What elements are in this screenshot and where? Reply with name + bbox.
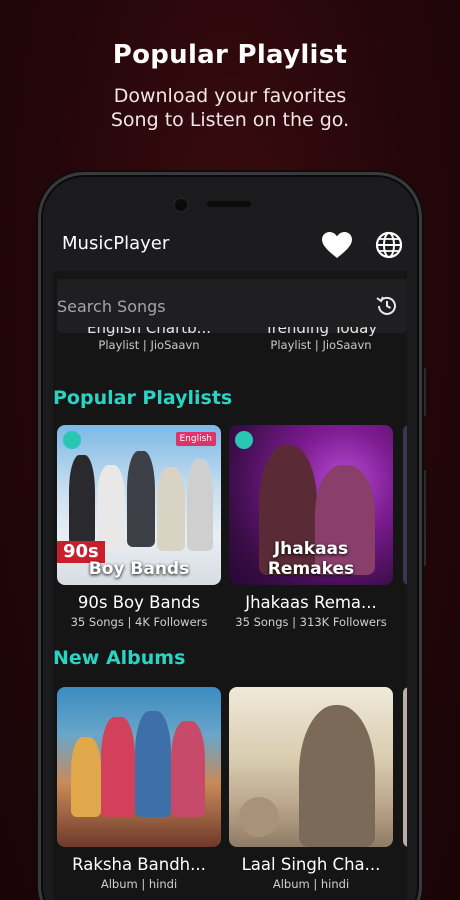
history-icon[interactable] <box>375 294 399 318</box>
chart-subtitle: Playlist | JioSaavn <box>270 338 372 352</box>
app-screen: MusicPlayer English Chartb... <box>53 219 407 900</box>
globe-icon[interactable] <box>375 231 403 259</box>
chart-subtitle: Playlist | JioSaavn <box>98 338 200 352</box>
chart-title: Trending Today <box>264 327 378 337</box>
phone-frame: MusicPlayer English Chartb... <box>38 172 422 900</box>
speaker-grille <box>207 201 251 207</box>
popular-playlists-row: English 90s Boy Bands 90s Boy Bands 35 S… <box>57 425 407 645</box>
promo-subtitle-line2: Song to Listen on the go. <box>110 109 350 131</box>
playlist-card-jhakaas[interactable]: Jhakaas Remakes Jhakaas Rema... 35 Songs… <box>229 425 393 629</box>
card-subtitle: 35 Songs | 313K Followers <box>235 615 387 629</box>
search-bar <box>57 279 407 333</box>
card-title: 90s Boy Bands <box>77 593 201 612</box>
new-albums-row: Raksha Bandh... Album | hindi Laal Singh… <box>57 687 407 900</box>
playlist-artwork: English 90s Boy Bands <box>57 425 221 585</box>
phone-volume-button <box>422 470 426 566</box>
promo-subtitle-line1: Download your favorites <box>113 85 347 107</box>
chart-title: English Chartb... <box>87 327 211 337</box>
promo-subtitle: Download your favorites Song to Listen o… <box>0 84 460 132</box>
new-albums-heading: New Albums <box>53 647 186 669</box>
card-subtitle: 35 Songs | 4K Followers <box>70 615 208 629</box>
card-subtitle: Album | hindi <box>272 877 350 891</box>
card-subtitle: Album | hindi <box>100 877 178 891</box>
album-artwork <box>229 687 393 847</box>
next-card-peek[interactable] <box>403 687 407 847</box>
language-badge: English <box>175 432 216 446</box>
artwork-caption: Jhakaas Remakes <box>267 539 355 579</box>
chart-row: English Chartb... Playlist | JioSaavn Tr… <box>53 327 407 365</box>
artwork-caption: Boy Bands <box>88 559 190 579</box>
card-title: Raksha Bandh... <box>72 855 206 874</box>
heart-icon[interactable] <box>321 231 353 259</box>
card-title: Jhakaas Rema... <box>245 593 377 612</box>
promo-title: Popular Playlist <box>112 40 348 70</box>
playlist-card-90s-boy-bands[interactable]: English 90s Boy Bands 90s Boy Bands 35 S… <box>57 425 221 629</box>
camera-icon <box>173 197 189 213</box>
playlist-artwork: Jhakaas Remakes <box>229 425 393 585</box>
album-artwork <box>57 687 221 847</box>
search-input[interactable] <box>57 279 357 333</box>
app-title: MusicPlayer <box>62 233 170 254</box>
phone-side-button <box>422 368 426 416</box>
album-card-raksha-bandhan[interactable]: Raksha Bandh... Album | hindi <box>57 687 221 891</box>
app-bar: MusicPlayer <box>53 219 407 271</box>
album-card-laal-singh-chaddha[interactable]: Laal Singh Cha... Album | hindi <box>229 687 393 891</box>
popular-playlists-heading: Popular Playlists <box>53 387 233 409</box>
card-title: Laal Singh Cha... <box>241 855 381 874</box>
saavn-logo-icon <box>63 431 81 449</box>
next-card-peek[interactable] <box>403 425 407 585</box>
saavn-logo-icon <box>235 431 253 449</box>
